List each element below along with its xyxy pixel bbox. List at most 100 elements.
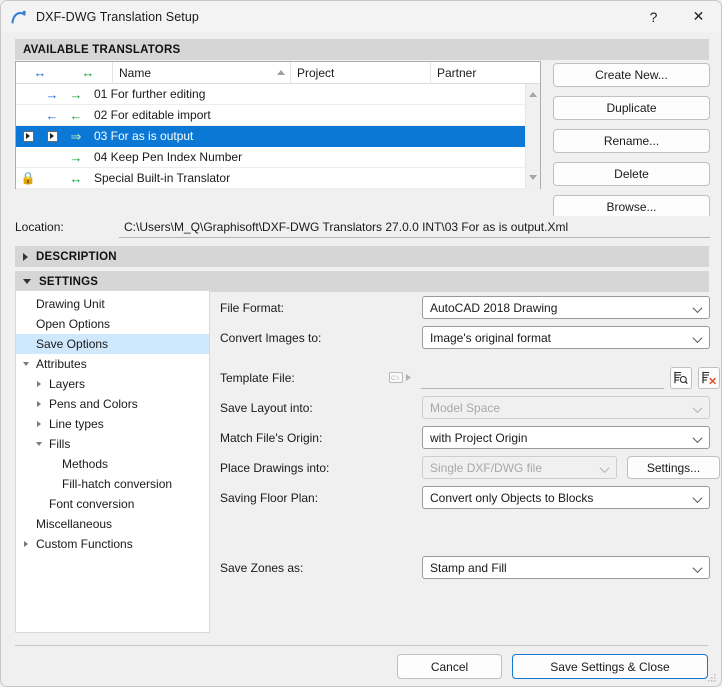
translators-list[interactable]: ↔ ↔ Name Project Partner →→01 For furthe… xyxy=(15,61,541,189)
available-translators-header: AVAILABLE TRANSLATORS xyxy=(15,39,709,60)
scroll-up-icon[interactable] xyxy=(529,92,537,97)
settings-tree[interactable]: Drawing Unit Open OptionsSave Options Attr… xyxy=(15,290,210,633)
tree-item-fills[interactable]: Fills xyxy=(16,434,209,454)
tree-item-pens-and-colors[interactable]: Pens and Colors xyxy=(16,394,209,414)
chevron-right-icon[interactable] xyxy=(37,421,41,427)
tree-item-layers[interactable]: Layers xyxy=(16,374,209,394)
saving-floor-plan-select[interactable]: Convert only Objects to Blocks xyxy=(422,486,710,509)
available-translators-title: AVAILABLE TRANSLATORS xyxy=(23,44,180,56)
field-match-origin: Match File's Origin: with Project Origin xyxy=(220,426,710,449)
column-header-name[interactable]: Name xyxy=(112,62,290,84)
location-row: Location: C:\Users\M_Q\Graphisoft\DXF-DW… xyxy=(15,216,710,238)
saving-floor-plan-label: Saving Floor Plan: xyxy=(220,491,422,505)
place-drawings-settings-button[interactable]: Settings... xyxy=(627,456,720,479)
row-icon-cell-1[interactable] xyxy=(40,131,64,142)
file-format-select[interactable]: AutoCAD 2018 Drawing xyxy=(422,296,710,319)
tree-item-label: Line types xyxy=(49,417,104,431)
row-icon-cell-2[interactable]: ↔ xyxy=(64,172,88,185)
arrow-right-blue-icon: → xyxy=(46,88,59,101)
play-box-icon[interactable] xyxy=(47,131,58,142)
resize-grip-icon[interactable] xyxy=(707,673,717,683)
chevron-right-icon[interactable] xyxy=(37,401,41,407)
tree-twisty xyxy=(20,541,32,547)
file-remove-icon[interactable] xyxy=(698,367,720,389)
delete-button[interactable]: Delete xyxy=(553,162,710,186)
settings-body: Drawing Unit Open OptionsSave Options Attr… xyxy=(15,290,710,633)
description-panel-title: DESCRIPTION xyxy=(36,251,117,263)
tree-item-miscellaneous[interactable]: Miscellaneous xyxy=(16,514,209,534)
chevron-down-icon xyxy=(693,563,703,573)
row-icon-cell-2[interactable]: ← xyxy=(64,109,88,122)
chevron-right-icon[interactable] xyxy=(24,541,28,547)
chevron-right-icon[interactable] xyxy=(37,381,41,387)
file-format-label: File Format: xyxy=(220,301,422,315)
tree-item-font-conversion[interactable]: Font conversion xyxy=(16,494,209,514)
chevron-down-icon xyxy=(693,403,703,413)
column-header-icon-2[interactable]: ↔ xyxy=(64,62,112,84)
tree-item-label: Fills xyxy=(49,437,70,451)
double-arrow-right-green-icon: ⇒ xyxy=(71,130,82,143)
file-search-icon[interactable] xyxy=(670,367,692,389)
dxf-dwg-translation-setup-window: DXF-DWG Translation Setup ? ✕ AVAILABLE … xyxy=(0,0,722,687)
chevron-down-icon[interactable] xyxy=(23,362,29,366)
table-row[interactable]: ⇒03 For as is output xyxy=(16,126,540,147)
play-box-icon[interactable] xyxy=(23,131,34,142)
arrow-left-green-icon: ← xyxy=(70,109,83,122)
tree-item-fill-hatch-conversion[interactable]: Fill-hatch conversion xyxy=(16,474,209,494)
translators-scrollbar[interactable] xyxy=(525,84,540,188)
tree-item-label: Miscellaneous xyxy=(36,517,112,531)
table-row[interactable]: →→01 For further editing xyxy=(16,84,540,105)
settings-panel-header[interactable]: SETTINGS xyxy=(15,271,709,292)
help-button[interactable]: ? xyxy=(631,1,676,32)
convert-images-select[interactable]: Image's original format xyxy=(422,326,710,349)
column-header-project[interactable]: Project xyxy=(290,62,430,84)
rename-button[interactable]: Rename... xyxy=(553,129,710,153)
svg-text:C:\: C:\ xyxy=(391,375,399,382)
field-convert-images: Convert Images to: Image's original form… xyxy=(220,326,710,349)
path-disk-icon[interactable]: C:\ xyxy=(385,367,415,388)
cancel-button[interactable]: Cancel xyxy=(397,654,502,679)
row-icon-cell-1[interactable]: → xyxy=(40,88,64,101)
tree-twisty xyxy=(33,401,45,407)
tree-item-label: Attributes xyxy=(36,357,87,371)
create-new-button[interactable]: Create New... xyxy=(553,63,710,87)
chevron-down-icon[interactable] xyxy=(36,442,42,446)
save-layout-label: Save Layout into: xyxy=(220,401,422,415)
row-icon-cell-2[interactable]: → xyxy=(64,88,88,101)
tree-item-custom-functions[interactable]: Custom Functions xyxy=(16,534,209,554)
row-name: 02 For editable import xyxy=(88,108,540,122)
column-header-partner[interactable]: Partner xyxy=(430,62,540,84)
tree-item-open-options[interactable]: Open Options xyxy=(16,314,209,334)
tree-item-drawing-unit[interactable]: Drawing Unit xyxy=(16,294,209,314)
tree-item-save-options[interactable]: Save Options xyxy=(16,334,209,354)
place-drawings-label: Place Drawings into: xyxy=(220,461,422,475)
title-bar: DXF-DWG Translation Setup ? ✕ xyxy=(1,1,721,32)
close-icon[interactable]: ✕ xyxy=(676,1,721,32)
row-icon-cell-1[interactable]: ← xyxy=(40,109,64,122)
table-row[interactable]: ← ← 02 For editable import xyxy=(16,105,540,126)
tree-item-label: Font conversion xyxy=(49,497,134,511)
arrow-right-green-icon: → xyxy=(70,151,83,164)
save-settings-and-close-button[interactable]: Save Settings & Close xyxy=(512,654,708,679)
row-icon-cell-2[interactable]: ⇒ xyxy=(64,130,88,143)
scroll-down-icon[interactable] xyxy=(529,175,537,180)
tree-twisty xyxy=(33,442,45,446)
chevron-down-icon xyxy=(693,433,703,443)
row-icon-cell-2[interactable]: → xyxy=(64,151,88,164)
tree-item-label: Drawing Unit xyxy=(36,297,105,311)
match-origin-select[interactable]: with Project Origin xyxy=(422,426,710,449)
description-panel-header[interactable]: DESCRIPTION xyxy=(15,246,709,267)
table-row[interactable]: 🔒↔Special Built-in Translator xyxy=(16,168,540,189)
duplicate-button[interactable]: Duplicate xyxy=(553,96,710,120)
save-zones-select[interactable]: Stamp and Fill xyxy=(422,556,710,579)
tree-item-attributes[interactable]: Attributes xyxy=(16,354,209,374)
tree-item-methods[interactable]: Methods xyxy=(16,454,209,474)
match-origin-label: Match File's Origin: xyxy=(220,431,422,445)
table-row[interactable]: →04 Keep Pen Index Number xyxy=(16,147,540,168)
tree-twisty xyxy=(20,362,32,366)
tree-item-line-types[interactable]: Line types xyxy=(16,414,209,434)
chevron-down-icon xyxy=(693,333,703,343)
template-file-input[interactable] xyxy=(421,366,664,389)
column-header-icon-1[interactable]: ↔ xyxy=(16,62,64,84)
place-drawings-select: Single DXF/DWG file xyxy=(422,456,617,479)
